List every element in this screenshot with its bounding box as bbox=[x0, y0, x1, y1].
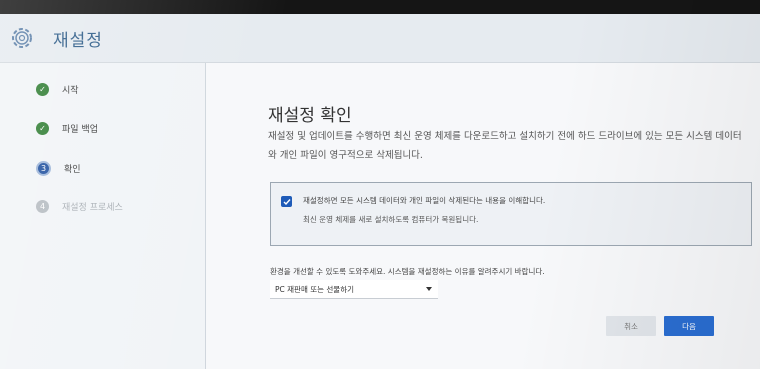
step-label: 재설정 프로세스 bbox=[62, 203, 123, 213]
next-button[interactable]: 다음 bbox=[664, 316, 714, 336]
step-confirm: 3 확인 bbox=[36, 161, 81, 176]
check-icon: ✓ bbox=[36, 83, 49, 96]
confirm-sublabel: 최신 운영 체제를 새로 설치하도록 컴퓨터가 복원됩니다. bbox=[303, 215, 479, 224]
page-title: 재설정 확인 bbox=[268, 106, 352, 126]
step-number-badge: 4 bbox=[36, 200, 49, 213]
step-start: ✓ 시작 bbox=[36, 83, 79, 96]
confirm-label: 재설정하면 모든 시스템 데이터와 개인 파일이 삭제된다는 내용을 이해합니다… bbox=[303, 196, 546, 205]
reset-window: 재설정 ✓ 시작 ✓ 파일 백업 3 확인 4 재설정 프로세스 재설정 확인 … bbox=[0, 0, 760, 369]
step-file-backup: ✓ 파일 백업 bbox=[36, 122, 98, 135]
step-label: 확인 bbox=[64, 165, 81, 175]
top-bezel bbox=[0, 0, 760, 14]
app-title: 재설정 bbox=[53, 31, 103, 51]
check-icon: ✓ bbox=[36, 122, 49, 135]
app-header: 재설정 bbox=[0, 14, 760, 63]
reason-dropdown[interactable]: PC 재판매 또는 선물하기 bbox=[270, 280, 438, 299]
gear-icon bbox=[12, 28, 32, 48]
confirm-panel: 재설정하면 모든 시스템 데이터와 개인 파일이 삭제된다는 내용을 이해합니다… bbox=[270, 182, 752, 246]
chevron-down-icon bbox=[426, 287, 432, 291]
step-number-badge: 3 bbox=[36, 161, 51, 176]
main-content: 재설정 확인 재설정 및 업데이트를 수행하면 최신 운영 체제를 다운로드하고… bbox=[206, 63, 760, 369]
page-description: 재설정 및 업데이트를 수행하면 최신 운영 체제를 다운로드하고 설치하기 전… bbox=[268, 131, 742, 161]
reason-dropdown-value: PC 재판매 또는 선물하기 bbox=[275, 284, 355, 294]
step-reset-process: 4 재설정 프로세스 bbox=[36, 200, 123, 213]
checkmark-icon bbox=[283, 198, 291, 205]
feedback-label: 환경을 개선할 수 있도록 도와주세요. 시스템을 재설정하는 이유를 알려주시… bbox=[270, 267, 545, 276]
confirm-checkbox[interactable] bbox=[281, 196, 292, 207]
step-label: 파일 백업 bbox=[62, 125, 98, 135]
steps-sidebar: ✓ 시작 ✓ 파일 백업 3 확인 4 재설정 프로세스 bbox=[0, 63, 206, 369]
cancel-button[interactable]: 취소 bbox=[606, 316, 656, 336]
step-label: 시작 bbox=[62, 86, 79, 96]
